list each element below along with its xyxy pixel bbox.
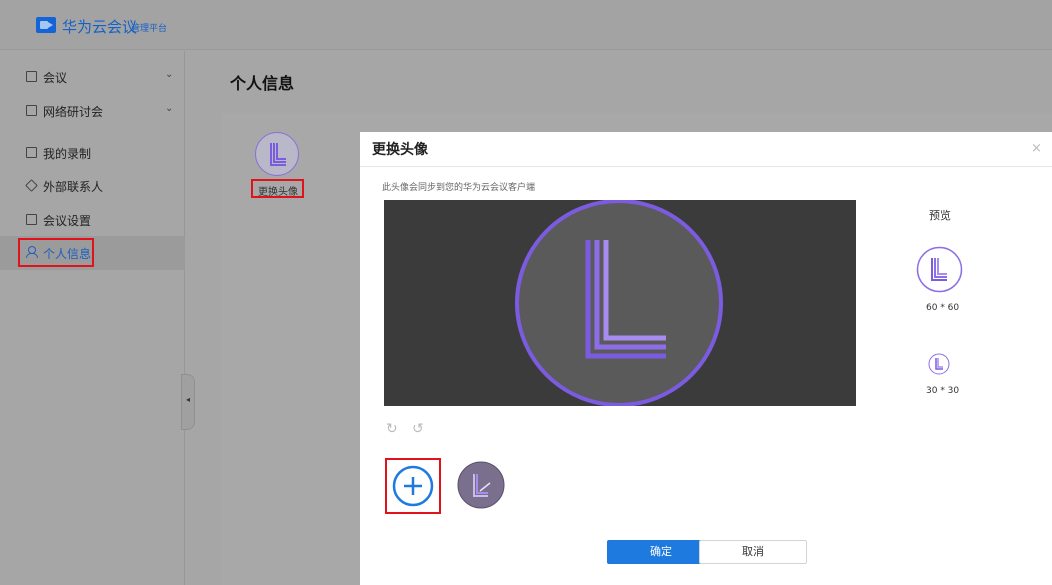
rotate-right-icon[interactable]: ↺	[412, 421, 424, 437]
sidebar-item-label: 网络研讨会	[43, 105, 104, 119]
dialog-divider	[360, 166, 1052, 167]
change-avatar-label: 更换头像	[258, 187, 298, 198]
brand-name: 华为云会议	[62, 18, 138, 36]
sidebar-item-meeting-settings[interactable]: 会议设置	[0, 203, 185, 237]
sidebar-item-meetings[interactable]: 会议 ⌄	[0, 60, 185, 94]
recording-icon	[26, 147, 37, 158]
sync-hint: 此头像会同步到您的华为云会议客户端	[382, 183, 536, 193]
change-avatar-button[interactable]: 更换头像	[251, 179, 304, 198]
close-icon[interactable]: ×	[1031, 141, 1042, 156]
preview-avatar-large	[916, 246, 963, 293]
sidebar-collapse-handle[interactable]: ◂	[181, 374, 195, 430]
contacts-icon	[25, 179, 38, 192]
preview-large-size: 60 * 60	[926, 303, 960, 313]
avatar	[255, 132, 299, 176]
sidebar-item-label: 会议设置	[43, 214, 92, 228]
collapse-arrow-icon: ◂	[186, 395, 191, 404]
settings-icon	[26, 214, 37, 225]
avatar-option-thumbnail[interactable]	[457, 461, 505, 509]
calendar-icon	[26, 71, 37, 82]
preview-avatar-small	[928, 353, 950, 375]
sidebar-item-contacts[interactable]: 外部联系人	[0, 169, 185, 203]
sidebar-item-label: 我的录制	[43, 147, 92, 161]
sidebar-item-webinar[interactable]: 网络研讨会 ⌄	[0, 94, 185, 128]
highlight-outline	[18, 238, 94, 267]
dialog-title: 更换头像	[372, 142, 428, 158]
upload-avatar-button[interactable]	[385, 458, 441, 514]
page-title: 个人信息	[230, 74, 295, 93]
rotate-left-icon[interactable]: ↻	[386, 421, 398, 437]
top-header: 华为云会议 管理平台	[0, 0, 1052, 50]
brand-subtitle: 管理平台	[131, 24, 168, 34]
cancel-button[interactable]: 取消	[699, 540, 807, 564]
sidebar	[0, 51, 185, 585]
chevron-down-icon[interactable]: ⌄	[165, 103, 173, 114]
change-avatar-dialog: 更换头像 × 此头像会同步到您的华为云会议客户端 ↻ ↺ 预览 60 * 60 …	[360, 132, 1052, 585]
chevron-down-icon[interactable]: ⌄	[165, 69, 173, 80]
webinar-icon	[26, 105, 37, 116]
preview-title: 预览	[929, 209, 951, 222]
preview-small-size: 30 * 30	[926, 386, 960, 396]
app-logo-icon	[36, 17, 56, 33]
sidebar-item-recordings[interactable]: 我的录制	[0, 136, 185, 170]
sidebar-item-label: 会议	[43, 71, 68, 85]
avatar-crop-area[interactable]	[384, 200, 856, 406]
sidebar-item-label: 外部联系人	[43, 180, 104, 194]
